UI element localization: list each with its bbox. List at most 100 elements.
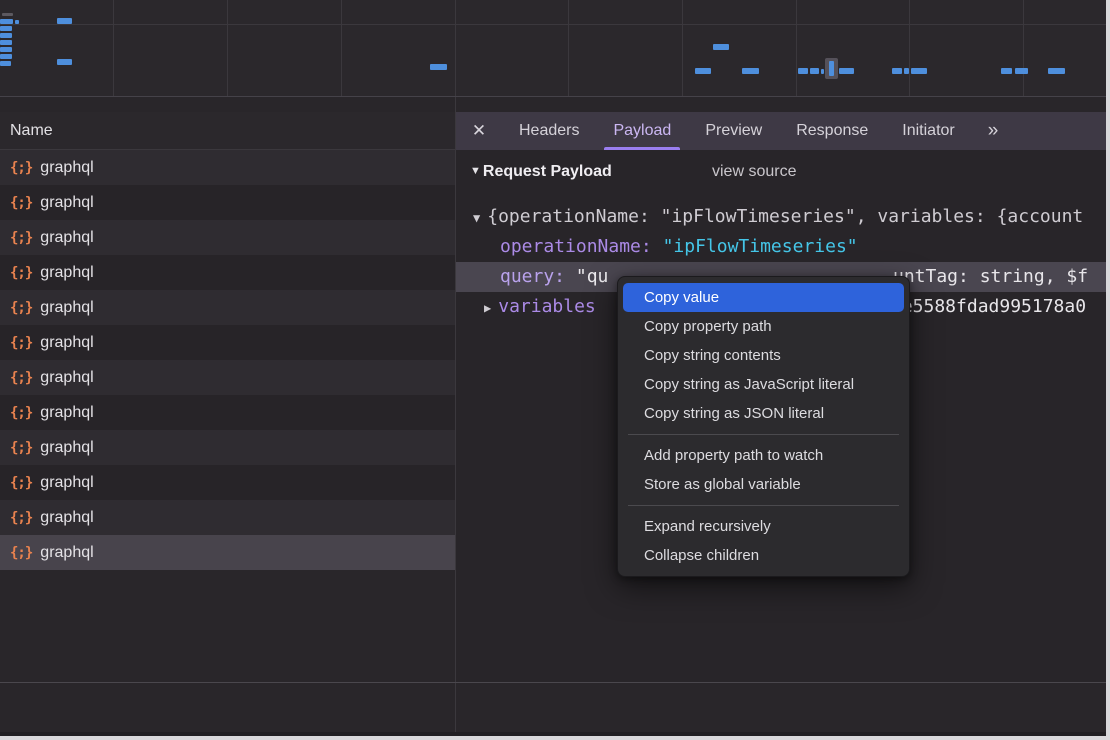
tab-payload[interactable]: Payload [599, 112, 685, 150]
tab-initiator[interactable]: Initiator [888, 112, 968, 150]
menu-item-collapse-children[interactable]: Collapse children [623, 541, 904, 570]
network-overview-timeline[interactable] [0, 0, 1106, 97]
timeline-gridline [455, 0, 456, 96]
request-name-label: graphql [40, 369, 93, 387]
json-request-icon: {;} [10, 475, 32, 491]
timeline-tick[interactable] [2, 13, 13, 16]
section-collapse-triangle-icon[interactable]: ▼ [470, 165, 481, 177]
request-name-label: graphql [40, 264, 93, 282]
request-name-label: graphql [40, 299, 93, 317]
request-timing-bar[interactable] [0, 61, 11, 66]
network-request-row[interactable]: {;} graphql [0, 535, 455, 570]
request-timing-bar[interactable] [829, 61, 834, 76]
request-timing-bar[interactable] [0, 40, 12, 45]
request-timing-bar[interactable] [57, 18, 72, 24]
json-request-icon: {;} [10, 195, 32, 211]
network-request-row[interactable]: {;}graphql [0, 360, 455, 395]
request-name-label: graphql [40, 509, 93, 527]
request-timing-bar[interactable] [0, 54, 12, 59]
request-timing-bar[interactable] [892, 68, 902, 74]
request-timing-bar[interactable] [15, 20, 19, 24]
request-timing-bar[interactable] [695, 68, 711, 74]
menu-item-store-as-global-variable[interactable]: Store as global variable [623, 470, 904, 499]
json-request-icon: {;} [10, 335, 32, 351]
panel-split-divider[interactable] [455, 97, 456, 736]
property-value-continuation: untTag: string, $f [893, 262, 1088, 292]
request-name-label: graphql [40, 404, 93, 422]
menu-item-copy-string-contents[interactable]: Copy string contents [623, 341, 904, 370]
request-timing-bar[interactable] [430, 64, 447, 70]
menu-item-copy-value[interactable]: Copy value [623, 283, 904, 312]
view-source-link[interactable]: view source [712, 163, 796, 181]
menu-item-copy-property-path[interactable]: Copy property path [623, 312, 904, 341]
timeline-gridline [568, 0, 569, 96]
request-timing-bar[interactable] [904, 68, 909, 74]
menu-item-copy-string-as-javascript-literal[interactable]: Copy string as JavaScript literal [623, 370, 904, 399]
request-payload-section-header[interactable]: ▼Request Payload view source [470, 163, 612, 185]
payload-root-row[interactable]: ▼ {operationName: "ipFlowTimeseries", var… [456, 202, 1106, 232]
property-key: operationName: [500, 236, 652, 257]
request-timing-bar[interactable] [821, 69, 824, 74]
network-request-list: {;} graphql {;} graphql {;} graphql {;} graphql… [0, 150, 455, 570]
menu-divider [628, 434, 899, 435]
menu-item-expand-recursively[interactable]: Expand recursively [623, 512, 904, 541]
request-timing-bar[interactable] [911, 68, 927, 74]
request-timing-bar[interactable] [1015, 68, 1028, 74]
window-bottom-edge [0, 732, 1106, 736]
timeline-gridline [909, 0, 910, 96]
network-request-row[interactable]: {;}graphql [0, 150, 455, 185]
timeline-gridline [227, 0, 228, 96]
request-timing-bar[interactable] [1048, 68, 1065, 74]
request-name-label: graphql [40, 544, 93, 562]
tab-headers[interactable]: Headers [505, 112, 593, 150]
request-timing-bar[interactable] [713, 44, 729, 50]
menu-item-add-property-path-to-watch[interactable]: Add property path to watch [623, 441, 904, 470]
payload-row-operation-name[interactable]: operationName: "ipFlowTimeseries" [456, 232, 1106, 262]
devtools-network-panel: Name ✕ HeadersPayloadPreviewResponseInit… [0, 0, 1106, 736]
request-timing-bar[interactable] [0, 26, 12, 31]
request-timing-bar[interactable] [0, 33, 12, 38]
network-request-row[interactable]: {;} graphql [0, 185, 455, 220]
timeline-gridline [682, 0, 683, 96]
payload-object-preview: {operationName: "ipFlowTimeseries", vari… [487, 206, 1083, 227]
expand-triangle-icon[interactable]: ▶ [484, 301, 491, 315]
request-name-label: graphql [40, 334, 93, 352]
name-column-header[interactable]: Name [0, 112, 455, 150]
request-timing-bar[interactable] [798, 68, 808, 74]
network-request-row[interactable]: {;}graphql [0, 255, 455, 290]
json-request-icon: {;} [10, 300, 32, 316]
request-timing-bar[interactable] [0, 19, 13, 24]
request-timing-bar[interactable] [839, 68, 854, 74]
menu-item-copy-string-as-json-literal[interactable]: Copy string as JSON literal [623, 399, 904, 428]
name-column-label: Name [10, 122, 53, 139]
timeline-gridline [113, 0, 114, 96]
property-value-continuation: ee5588fdad995178a0 [891, 292, 1086, 322]
menu-divider [628, 505, 899, 506]
json-request-icon: {;} [10, 545, 32, 561]
close-icon[interactable]: ✕ [456, 121, 502, 141]
tab-response[interactable]: Response [782, 112, 882, 150]
request-name-label: graphql [40, 439, 93, 457]
request-name-label: graphql [40, 229, 93, 247]
network-request-row[interactable]: {;} graphql [0, 325, 455, 360]
request-name-label: graphql [40, 474, 93, 492]
network-request-row[interactable]: {;} graphql [0, 430, 455, 465]
network-request-row[interactable]: {;}graphql [0, 220, 455, 255]
request-name-label: graphql [40, 194, 93, 212]
more-tabs-icon[interactable]: » [978, 120, 1009, 142]
request-timing-bar[interactable] [1001, 68, 1012, 74]
request-timing-bar[interactable] [57, 59, 72, 65]
request-timing-bar[interactable] [0, 47, 12, 52]
tab-preview[interactable]: Preview [691, 112, 776, 150]
network-request-row[interactable]: {;}graphql [0, 500, 455, 535]
collapse-triangle-icon[interactable]: ▼ [473, 211, 480, 225]
request-timing-bar[interactable] [742, 68, 759, 74]
context-menu: Copy valueCopy property pathCopy string … [617, 276, 910, 577]
request-timing-bar[interactable] [810, 68, 819, 74]
network-request-row[interactable]: {;} graphql [0, 465, 455, 500]
network-request-row[interactable]: {;} graphql [0, 395, 455, 430]
network-request-row[interactable]: {;} graphql [0, 290, 455, 325]
json-request-icon: {;} [10, 405, 32, 421]
timeline-gridline [796, 0, 797, 96]
json-request-icon: {;} [10, 440, 32, 456]
